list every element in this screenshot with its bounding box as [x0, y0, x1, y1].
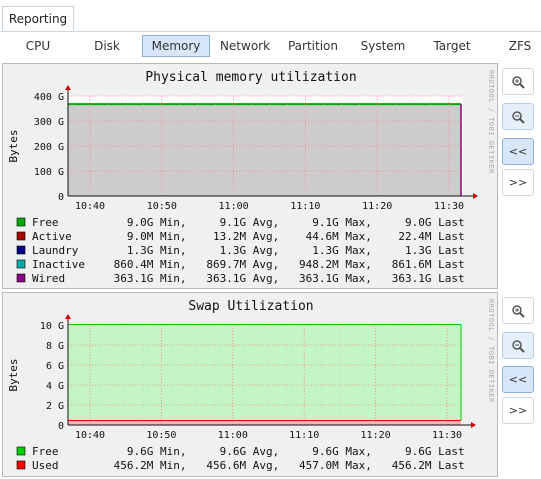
- y-tick-label: 300 G: [34, 117, 64, 128]
- chart-title: Physical memory utilization: [145, 70, 356, 85]
- y-tick-label: 8 G: [46, 341, 64, 352]
- legend-stats: 363.1G Min, 363.1G Avg, 363.1G Max, 363.…: [107, 272, 465, 285]
- legend-label: Free: [32, 216, 59, 229]
- subtab-cpu[interactable]: CPU: [14, 35, 62, 57]
- memory-zoom-out-button[interactable]: [502, 103, 534, 130]
- legend-stats: 860.4M Min, 869.7M Avg, 948.2M Max, 861.…: [107, 258, 465, 271]
- subtab-target[interactable]: Target: [426, 35, 478, 57]
- zoom-in-icon: [512, 304, 525, 318]
- y-tick-label: 0: [58, 421, 64, 432]
- x-tick-label: 11:00: [218, 430, 248, 441]
- y-tick-label: 400 G: [34, 92, 64, 103]
- memory-utilization-chart: Physical memory utilization 400 G 300 G 200…: [7, 70, 495, 285]
- y-axis-label: Bytes: [7, 358, 20, 391]
- y-axis-label: Bytes: [7, 129, 20, 162]
- memory-graph-panel: Physical memory utilization 400 G 300 G 200…: [2, 63, 498, 289]
- x-tick-label: 11:00: [219, 201, 249, 212]
- subtab-zfs[interactable]: ZFS: [500, 35, 540, 57]
- subtab-memory[interactable]: Memory: [142, 35, 210, 57]
- memory-back-button[interactable]: <<: [502, 138, 534, 165]
- legend-swatch: [16, 231, 26, 241]
- swap-zoom-out-button[interactable]: [502, 332, 534, 359]
- y-tick-label: 0: [58, 192, 64, 203]
- legend-label: Free: [32, 445, 59, 458]
- swap-back-button[interactable]: <<: [502, 366, 534, 393]
- legend-swatch: [16, 259, 26, 269]
- reporting-subtabs: CPU Disk Memory Network Partition System…: [0, 33, 541, 59]
- subtab-system[interactable]: System: [355, 35, 411, 57]
- subtab-disk[interactable]: Disk: [83, 35, 131, 57]
- swap-used-area: [68, 420, 461, 425]
- legend-stats: 456.2M Min, 456.6M Avg, 457.0M Max, 456.…: [107, 459, 465, 472]
- x-axis-arrow: [473, 193, 478, 199]
- y-tick-label: 200 G: [34, 142, 64, 153]
- zoom-in-icon: [512, 75, 525, 89]
- legend-swatch: [16, 273, 26, 283]
- legend-stats: 9.0M Min, 13.2M Avg, 44.6M Max, 22.4M La…: [107, 230, 465, 243]
- x-tick-label: 11:20: [362, 201, 392, 212]
- legend-stats: 9.0G Min, 9.1G Avg, 9.1G Max, 9.0G Last: [107, 216, 465, 229]
- subtab-partition[interactable]: Partition: [282, 35, 344, 57]
- legend-stats: 9.6G Min, 9.6G Avg, 9.6G Max, 9.6G Last: [107, 445, 465, 458]
- legend-label: Inactive: [32, 258, 85, 271]
- swap-zoom-in-button[interactable]: [502, 297, 534, 324]
- swap-forward-button[interactable]: >>: [502, 397, 534, 424]
- legend-swatch: [16, 217, 26, 227]
- chart-title: Swap Utilization: [188, 299, 313, 314]
- rrdtool-watermark: RRDTOOL / TOBI OETIKER: [487, 70, 495, 174]
- legend-swatch: [16, 245, 26, 255]
- y-tick-label: 6 G: [46, 361, 64, 372]
- x-tick-label: 10:40: [75, 201, 105, 212]
- legend-label: Laundry: [32, 244, 79, 257]
- y-tick-label: 2 G: [46, 401, 64, 412]
- memory-zoom-in-button[interactable]: [502, 68, 534, 95]
- x-tick-label: 11:30: [432, 430, 462, 441]
- swap-free-area: [68, 324, 461, 421]
- legend-label: Active: [32, 230, 72, 243]
- x-tick-label: 10:50: [147, 201, 177, 212]
- tab-reporting[interactable]: Reporting: [2, 6, 74, 31]
- legend-swatch: [16, 446, 26, 456]
- legend-label: Wired: [32, 272, 65, 285]
- x-tick-label: 11:10: [290, 201, 320, 212]
- memory-forward-button[interactable]: >>: [502, 169, 534, 196]
- y-tick-label: 100 G: [34, 167, 64, 178]
- x-tick-label: 10:40: [75, 430, 105, 441]
- swap-utilization-chart: Swap Utilization 10 G 8 G 6 G 4 G 2 G 0 10:40 10…: [7, 299, 495, 472]
- y-tick-label: 4 G: [46, 381, 64, 392]
- zoom-out-icon: [512, 339, 525, 353]
- y-axis-arrow: [65, 85, 71, 90]
- x-tick-label: 11:10: [289, 430, 319, 441]
- swap-graph-panel: Swap Utilization 10 G 8 G 6 G 4 G 2 G 0 10:40 10…: [2, 292, 498, 477]
- legend-swatch: [16, 460, 26, 470]
- legend-stats: 1.3G Min, 1.3G Avg, 1.3G Max, 1.3G Last: [107, 244, 465, 257]
- reporting-tab-bar: Reporting: [0, 0, 541, 32]
- x-tick-label: 11:30: [434, 201, 464, 212]
- rrdtool-watermark: RRDTOOL / TOBI OETIKER: [487, 299, 495, 403]
- subtab-network[interactable]: Network: [215, 35, 275, 57]
- x-axis-arrow: [471, 422, 476, 428]
- x-tick-label: 10:50: [146, 430, 176, 441]
- wired-area: [68, 104, 461, 196]
- zoom-out-icon: [512, 110, 525, 124]
- x-tick-label: 11:20: [361, 430, 391, 441]
- y-axis-arrow: [65, 314, 71, 319]
- y-tick-label: 10 G: [40, 321, 64, 332]
- legend-label: Used: [32, 459, 59, 472]
